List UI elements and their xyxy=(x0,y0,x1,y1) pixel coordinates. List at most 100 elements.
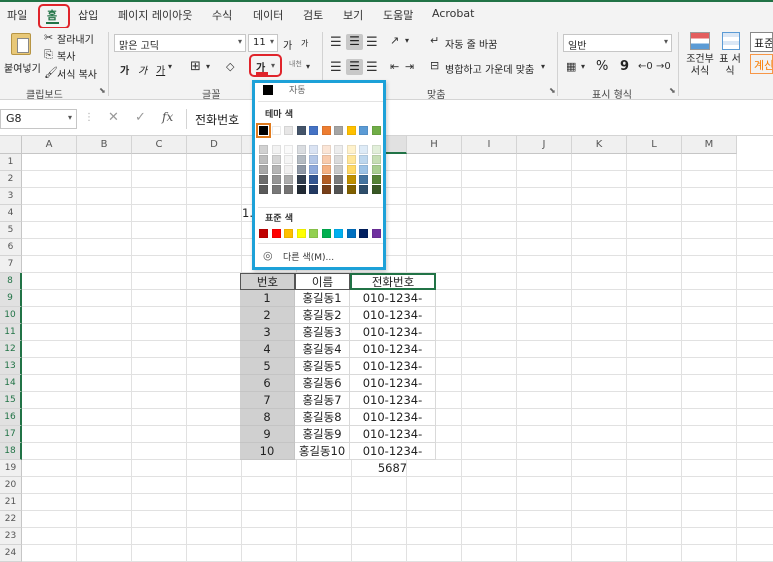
border-icon[interactable]: ⊞ xyxy=(190,59,201,74)
theme-color-shade-swatch[interactable] xyxy=(259,165,268,174)
style-calculation[interactable]: 계산 xyxy=(750,54,773,74)
format-painter-button[interactable]: 서식 복사 xyxy=(57,66,97,81)
row-header-17[interactable]: 17 xyxy=(0,426,22,443)
underline-button[interactable]: 가 xyxy=(156,62,165,77)
standard-color-swatch[interactable] xyxy=(284,229,293,238)
automatic-color-option[interactable]: 자동 xyxy=(261,84,381,96)
theme-color-shade-swatch[interactable] xyxy=(284,175,293,184)
theme-color-shade-swatch[interactable] xyxy=(309,185,318,194)
enter-icon[interactable]: ✓ xyxy=(135,110,146,125)
table-cell[interactable]: 1 xyxy=(240,290,295,307)
comma-button[interactable]: 9 xyxy=(620,59,629,74)
theme-color-shade-swatch[interactable] xyxy=(271,185,281,194)
theme-color-shade-swatch[interactable] xyxy=(296,145,306,154)
theme-color-swatch[interactable] xyxy=(371,126,381,135)
row-header-3[interactable]: 3 xyxy=(0,188,22,205)
row-header-10[interactable]: 10 xyxy=(0,307,22,324)
insert-function-button[interactable]: fx xyxy=(162,110,173,124)
tab-data[interactable]: 데이터 xyxy=(253,7,283,23)
column-header-a[interactable]: A xyxy=(22,136,77,154)
row-header-12[interactable]: 12 xyxy=(0,341,22,358)
theme-color-shade-swatch[interactable] xyxy=(359,185,368,194)
table-cell[interactable]: 010-1234-5678 xyxy=(350,290,436,322)
theme-color-shade-swatch[interactable] xyxy=(296,155,306,164)
align-bottom-icon[interactable]: ☰ xyxy=(366,35,378,50)
row-header-24[interactable]: 24 xyxy=(0,545,22,562)
theme-color-shade-swatch[interactable] xyxy=(271,175,281,184)
column-header-b[interactable]: B xyxy=(77,136,132,154)
theme-color-shade-swatch[interactable] xyxy=(309,145,318,154)
theme-color-shade-swatch[interactable] xyxy=(359,145,368,154)
row-header-21[interactable]: 21 xyxy=(0,494,22,511)
theme-color-shade-swatch[interactable] xyxy=(321,155,331,164)
alignment-launcher-icon[interactable]: ⬊ xyxy=(549,86,556,95)
theme-color-shade-swatch[interactable] xyxy=(309,155,318,164)
standard-color-swatch[interactable] xyxy=(334,229,343,238)
tab-page-layout[interactable]: 페이지 레이아웃 xyxy=(118,7,192,23)
orientation-icon[interactable]: ↗ xyxy=(390,34,399,47)
theme-color-swatch[interactable] xyxy=(359,126,368,135)
wrap-text-button[interactable]: 자동 줄 바꿈 xyxy=(445,36,497,51)
column-header-l[interactable]: L xyxy=(627,136,682,154)
format-table-button[interactable]: 표 서식 xyxy=(716,54,744,78)
column-header-j[interactable]: J xyxy=(517,136,572,154)
column-header-c[interactable]: C xyxy=(132,136,187,154)
clipboard-launcher-icon[interactable]: ⬊ xyxy=(99,86,106,95)
table-cell[interactable]: 010-1234-5681 xyxy=(350,341,436,373)
number-launcher-icon[interactable]: ⬊ xyxy=(669,86,676,95)
table-cell[interactable]: 010-1234-5687 xyxy=(350,443,436,475)
column-header-h[interactable]: H xyxy=(407,136,462,154)
theme-color-swatch[interactable] xyxy=(334,126,343,135)
merge-center-button[interactable]: 병합하고 가운데 맞춤 xyxy=(445,61,534,76)
fill-color-icon[interactable]: ◇ xyxy=(226,60,234,73)
theme-color-shade-swatch[interactable] xyxy=(284,185,293,194)
theme-color-shade-swatch[interactable] xyxy=(259,175,268,184)
standard-color-swatch[interactable] xyxy=(259,229,268,238)
name-box[interactable]: G8 ▾ xyxy=(0,109,77,129)
row-header-6[interactable]: 6 xyxy=(0,239,22,256)
table-cell[interactable]: 홍길동1 xyxy=(295,290,350,307)
row-header-9[interactable]: 9 xyxy=(0,290,22,307)
more-colors-option[interactable]: ◎ 다른 색(M)... xyxy=(261,249,381,263)
row-header-8[interactable]: 8 xyxy=(0,273,22,290)
table-cell[interactable]: 010-1234-5683 xyxy=(350,375,436,407)
table-cell[interactable]: 10 xyxy=(240,443,295,460)
theme-color-shade-swatch[interactable] xyxy=(321,165,331,174)
style-normal[interactable]: 표준 xyxy=(750,32,773,52)
row-header-23[interactable]: 23 xyxy=(0,528,22,545)
table-cell[interactable]: 6 xyxy=(240,375,295,392)
theme-color-shade-swatch[interactable] xyxy=(359,175,368,184)
row-header-16[interactable]: 16 xyxy=(0,409,22,426)
theme-color-shade-swatch[interactable] xyxy=(371,165,381,174)
theme-color-shade-swatch[interactable] xyxy=(296,185,306,194)
row-header-15[interactable]: 15 xyxy=(0,392,22,409)
theme-color-swatch[interactable] xyxy=(321,126,331,135)
column-header-k[interactable]: K xyxy=(572,136,627,154)
theme-color-shade-swatch[interactable] xyxy=(321,145,331,154)
theme-color-shade-swatch[interactable] xyxy=(334,165,343,174)
row-header-14[interactable]: 14 xyxy=(0,375,22,392)
tab-help[interactable]: 도움말 xyxy=(383,7,413,23)
tab-insert[interactable]: 삽입 xyxy=(78,7,98,23)
table-cell[interactable]: 홍길동5 xyxy=(295,358,350,375)
table-cell[interactable]: 홍길동7 xyxy=(295,392,350,409)
chevron-down-icon[interactable]: ▾ xyxy=(541,62,545,71)
table-cell[interactable]: 홍길동2 xyxy=(295,307,350,324)
row-header-2[interactable]: 2 xyxy=(0,171,22,188)
table-cell[interactable]: 8 xyxy=(240,409,295,426)
currency-icon[interactable]: ▦ xyxy=(566,60,576,73)
theme-color-shade-swatch[interactable] xyxy=(346,165,356,174)
chevron-down-icon[interactable]: ▾ xyxy=(206,62,210,71)
standard-color-swatch[interactable] xyxy=(271,229,281,238)
theme-color-shade-swatch[interactable] xyxy=(284,145,293,154)
theme-color-shade-swatch[interactable] xyxy=(309,175,318,184)
number-format-select[interactable]: 일반 ▾ xyxy=(563,34,672,52)
theme-color-shade-swatch[interactable] xyxy=(371,185,381,194)
theme-color-swatch[interactable] xyxy=(309,126,318,135)
theme-color-shade-swatch[interactable] xyxy=(271,165,281,174)
theme-color-shade-swatch[interactable] xyxy=(371,145,381,154)
tab-formulas[interactable]: 수식 xyxy=(212,7,232,23)
theme-color-shade-swatch[interactable] xyxy=(321,175,331,184)
standard-color-swatch[interactable] xyxy=(346,229,356,238)
cut-button[interactable]: 잘라내기 xyxy=(57,31,94,46)
